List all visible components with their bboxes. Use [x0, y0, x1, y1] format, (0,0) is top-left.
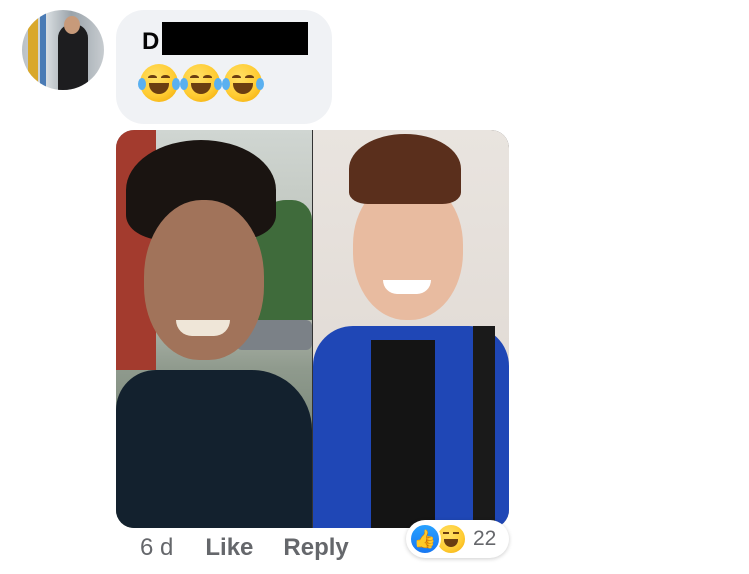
- comment-photo[interactable]: [116, 130, 509, 528]
- comment-author-name[interactable]: D: [142, 28, 159, 56]
- photo-left-before: [116, 130, 312, 528]
- comment-emoji-text: [138, 64, 264, 102]
- avatar[interactable]: [22, 10, 104, 90]
- face-with-tears-of-joy-icon: [138, 64, 180, 102]
- avatar-head: [64, 16, 80, 34]
- avatar-background-detail: [40, 10, 46, 90]
- reaction-count: 22: [473, 527, 497, 550]
- avatar-background: [28, 10, 38, 90]
- face-with-tears-of-joy-icon: [222, 64, 264, 102]
- reaction-summary[interactable]: 👍 22: [406, 520, 509, 558]
- comment-timestamp[interactable]: 6 d: [140, 534, 173, 562]
- photo-right-after: [313, 130, 509, 528]
- redaction-box: [162, 22, 308, 55]
- comment-actions: 6 d Like Reply: [140, 534, 379, 562]
- reply-button[interactable]: Reply: [283, 534, 348, 562]
- thumbs-up-icon: 👍: [409, 523, 441, 555]
- face-with-tears-of-joy-icon: [180, 64, 222, 102]
- like-button[interactable]: Like: [205, 534, 253, 562]
